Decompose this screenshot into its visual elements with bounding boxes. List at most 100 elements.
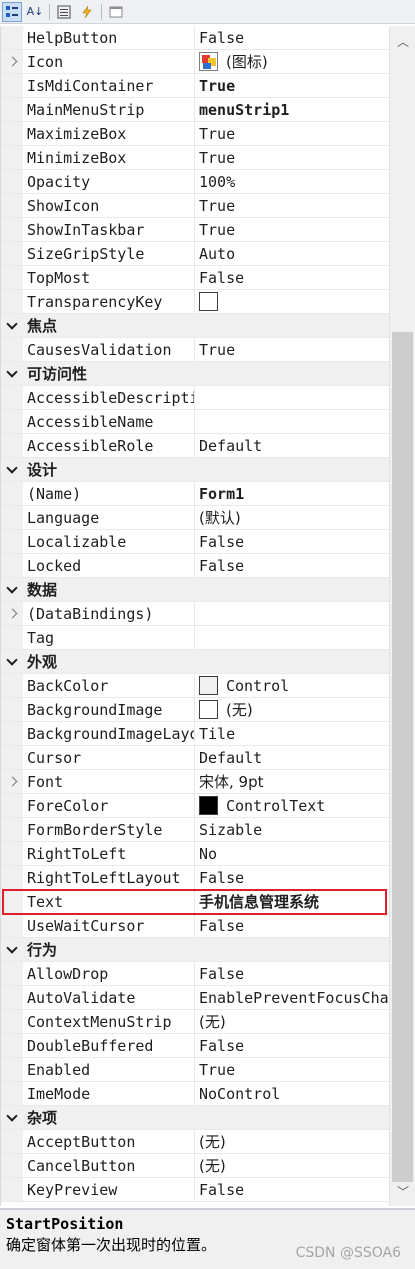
property-row[interactable]: AccessibleRole Default xyxy=(1,434,389,458)
property-row[interactable]: CancelButton (无) xyxy=(1,1154,389,1178)
expand-chevron-icon[interactable] xyxy=(1,50,23,73)
expand-chevron-icon[interactable] xyxy=(1,602,23,625)
property-value[interactable]: Control xyxy=(195,674,389,697)
property-row[interactable]: AccessibleDescripti xyxy=(1,386,389,410)
category-row[interactable]: 数据 xyxy=(1,578,389,602)
categorized-icon[interactable] xyxy=(2,1,22,22)
property-value[interactable]: ControlText xyxy=(195,794,389,817)
expand-chevron-icon[interactable] xyxy=(1,770,23,793)
property-row[interactable]: Locked False xyxy=(1,554,389,578)
property-value[interactable]: True xyxy=(195,194,389,217)
property-value[interactable]: True xyxy=(195,338,389,361)
property-row[interactable]: SizeGripStyle Auto xyxy=(1,242,389,266)
property-value[interactable]: (无) xyxy=(195,698,389,721)
property-row[interactable]: MaximizeBox True xyxy=(1,122,389,146)
collapse-chevron-icon[interactable] xyxy=(1,578,23,601)
property-row[interactable]: ForeColor ControlText xyxy=(1,794,389,818)
property-row[interactable]: MinimizeBox True xyxy=(1,146,389,170)
property-row[interactable]: ShowIcon True xyxy=(1,194,389,218)
property-row[interactable]: Language (默认) xyxy=(1,506,389,530)
property-row[interactable]: MainMenuStrip menuStrip1 xyxy=(1,98,389,122)
property-row[interactable]: AllowDrop False xyxy=(1,962,389,986)
property-value[interactable]: 手机信息管理系统 xyxy=(195,890,389,913)
collapse-chevron-icon[interactable] xyxy=(1,362,23,385)
property-row[interactable]: Tag xyxy=(1,626,389,650)
property-value[interactable]: Sizable xyxy=(195,818,389,841)
category-row[interactable]: 设计 xyxy=(1,458,389,482)
property-row[interactable]: BackgroundImage (无) xyxy=(1,698,389,722)
property-value[interactable]: Form1 xyxy=(195,482,389,505)
property-row[interactable]: ContextMenuStrip (无) xyxy=(1,1010,389,1034)
property-row[interactable]: BackColor Control xyxy=(1,674,389,698)
property-row[interactable]: UseWaitCursor False xyxy=(1,914,389,938)
property-value[interactable]: False xyxy=(195,914,389,937)
property-value[interactable]: True xyxy=(195,146,389,169)
property-value[interactable]: NoControl xyxy=(195,1082,389,1105)
category-row[interactable]: 外观 xyxy=(1,650,389,674)
property-value[interactable]: EnablePreventFocusCha xyxy=(195,986,389,1009)
property-value[interactable]: Default xyxy=(195,434,389,457)
collapse-chevron-icon[interactable] xyxy=(1,650,23,673)
property-row[interactable]: Enabled True xyxy=(1,1058,389,1082)
property-value[interactable]: (默认) xyxy=(195,506,389,529)
property-row[interactable]: ImeMode NoControl xyxy=(1,1082,389,1106)
property-value[interactable] xyxy=(195,290,389,313)
property-value[interactable]: False xyxy=(195,554,389,577)
category-row[interactable]: 行为 xyxy=(1,938,389,962)
category-row[interactable]: 杂项 xyxy=(1,1106,389,1130)
property-value[interactable]: (图标) xyxy=(195,50,389,73)
property-value[interactable] xyxy=(195,386,389,409)
property-row[interactable]: RightToLeftLayout False xyxy=(1,866,389,890)
property-value[interactable]: Tile xyxy=(195,722,389,745)
property-value[interactable]: False xyxy=(195,1178,389,1201)
property-value[interactable]: False xyxy=(195,866,389,889)
property-row[interactable]: DoubleBuffered False xyxy=(1,1034,389,1058)
property-row[interactable]: AcceptButton (无) xyxy=(1,1130,389,1154)
property-pages-icon[interactable] xyxy=(106,2,126,22)
category-row[interactable]: 可访问性 xyxy=(1,362,389,386)
property-row[interactable]: Cursor Default xyxy=(1,746,389,770)
alphabetical-icon[interactable]: A↓ xyxy=(25,2,45,22)
scroll-down-arrow-icon[interactable]: ﹀ xyxy=(390,1180,415,1202)
property-row[interactable]: (Name) Form1 xyxy=(1,482,389,506)
property-value[interactable]: (无) xyxy=(195,1130,389,1153)
property-value[interactable]: True xyxy=(195,1058,389,1081)
collapse-chevron-icon[interactable] xyxy=(1,458,23,481)
category-row[interactable]: 焦点 xyxy=(1,314,389,338)
property-row[interactable]: ShowInTaskbar True xyxy=(1,218,389,242)
property-value[interactable]: Auto xyxy=(195,242,389,265)
property-value[interactable]: Default xyxy=(195,746,389,769)
property-row[interactable]: AccessibleName xyxy=(1,410,389,434)
property-value[interactable]: True xyxy=(195,74,389,97)
property-value[interactable] xyxy=(195,410,389,433)
property-value[interactable]: 100% xyxy=(195,170,389,193)
property-value[interactable]: True xyxy=(195,218,389,241)
property-value[interactable]: False xyxy=(195,266,389,289)
property-row[interactable]: AutoValidate EnablePreventFocusCha xyxy=(1,986,389,1010)
collapse-chevron-icon[interactable] xyxy=(1,938,23,961)
properties-icon[interactable] xyxy=(54,2,74,22)
scrollbar-thumb[interactable] xyxy=(392,332,413,1182)
scroll-up-arrow-icon[interactable]: ︿ xyxy=(390,30,415,52)
property-value[interactable]: menuStrip1 xyxy=(195,98,389,121)
property-value[interactable]: False xyxy=(195,530,389,553)
property-value[interactable]: True xyxy=(195,122,389,145)
collapse-chevron-icon[interactable] xyxy=(1,1106,23,1129)
property-row[interactable]: CausesValidation True xyxy=(1,338,389,362)
property-row[interactable]: KeyPreview False xyxy=(1,1178,389,1202)
property-row[interactable]: FormBorderStyle Sizable xyxy=(1,818,389,842)
property-value[interactable]: (无) xyxy=(195,1010,389,1033)
property-row[interactable]: (DataBindings) xyxy=(1,602,389,626)
property-value[interactable]: False xyxy=(195,26,389,49)
property-row[interactable]: TopMost False xyxy=(1,266,389,290)
property-row[interactable]: Text 手机信息管理系统 xyxy=(1,890,389,914)
vertical-scrollbar[interactable]: ︿ ﹀ xyxy=(389,26,415,1206)
property-value[interactable]: (无) xyxy=(195,1154,389,1177)
property-row[interactable]: IsMdiContainer True xyxy=(1,74,389,98)
property-row[interactable]: Localizable False xyxy=(1,530,389,554)
collapse-chevron-icon[interactable] xyxy=(1,314,23,337)
events-icon[interactable] xyxy=(77,2,97,22)
property-row[interactable]: Icon (图标) xyxy=(1,50,389,74)
property-row[interactable]: Opacity 100% xyxy=(1,170,389,194)
property-row[interactable]: RightToLeft No xyxy=(1,842,389,866)
